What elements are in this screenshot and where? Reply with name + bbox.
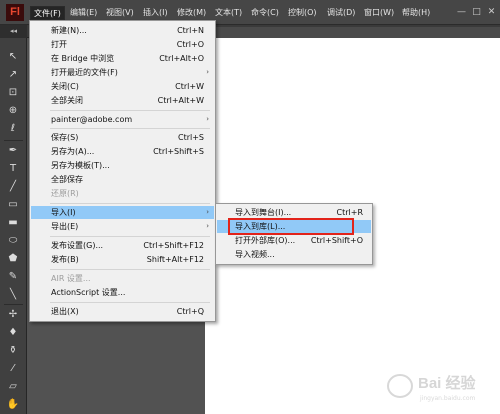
menu-item-save-all[interactable]: 全部保存: [31, 173, 214, 186]
submenu-item-import-video[interactable]: 导入视频...: [217, 248, 371, 261]
menu-commands[interactable]: 命令(C): [248, 6, 282, 20]
menu-separator: [50, 203, 210, 204]
submenu-arrow-icon: ›: [206, 208, 209, 216]
menu-help[interactable]: 帮助(H): [399, 6, 433, 20]
file-menu-dropdown: 新建(N)... Ctrl+N 打开 Ctrl+O 在 Bridge 中浏览 Ctrl…: [29, 20, 216, 322]
menu-item-open[interactable]: 打开 Ctrl+O: [31, 38, 214, 51]
brush-tool-icon[interactable]: ╲: [6, 288, 20, 302]
menu-item-exit[interactable]: 退出(X) Ctrl+Q: [31, 305, 214, 318]
line-tool-icon[interactable]: ╱: [6, 180, 20, 194]
minimize-icon[interactable]: —: [456, 6, 467, 18]
polystar-tool-icon[interactable]: ⬟: [6, 252, 20, 266]
highlight-callout-box: [228, 218, 354, 235]
menu-item-export[interactable]: 导出(E) ›: [31, 220, 214, 233]
3d-rotation-tool-icon[interactable]: ⊕: [6, 104, 20, 118]
bone-tool-icon[interactable]: ✢: [6, 308, 20, 322]
submenu-arrow-icon: ›: [206, 115, 209, 123]
rectangle-tool-icon[interactable]: ▭: [6, 198, 20, 212]
subselection-tool-icon[interactable]: ↗: [6, 68, 20, 82]
rectangle-primitive-tool-icon[interactable]: ▬: [6, 216, 20, 230]
menu-separator: [50, 110, 210, 111]
menu-item-open-recent[interactable]: 打开最近的文件(F) ›: [31, 66, 214, 79]
submenu-arrow-icon: ›: [206, 68, 209, 76]
toolbar-divider: [4, 140, 23, 141]
menu-file[interactable]: 文件(F): [30, 6, 65, 20]
maximize-icon[interactable]: □: [471, 6, 482, 18]
hand-tool-icon[interactable]: ✋: [6, 398, 20, 412]
menu-item-close[interactable]: 关闭(C) Ctrl+W: [31, 80, 214, 93]
menu-view[interactable]: 视图(V): [103, 6, 137, 20]
menu-debug[interactable]: 调试(D): [324, 6, 358, 20]
pen-tool-icon[interactable]: ✒: [6, 144, 20, 158]
tools-panel: ↖ ↗ ⊡ ⊕ ℓ ✒ T ╱ ▭ ▬ ⬭ ⬟ ✎ ╲ ✢ ♦ ⚱ ⁄ ▱ ✋: [0, 38, 27, 414]
selection-tool-icon[interactable]: ↖: [6, 50, 20, 64]
menu-edit[interactable]: 编辑(E): [67, 6, 100, 20]
panel-collapse-icon[interactable]: ◂◂: [0, 25, 27, 38]
eyedropper-tool-icon[interactable]: ⁄: [6, 362, 20, 376]
ink-bottle-tool-icon[interactable]: ⚱: [6, 344, 20, 358]
menu-separator: [50, 269, 210, 270]
menu-separator: [50, 302, 210, 303]
menu-separator: [50, 236, 210, 237]
text-tool-icon[interactable]: T: [6, 162, 20, 176]
menu-item-new[interactable]: 新建(N)... Ctrl+N: [31, 24, 214, 37]
submenu-item-open-external-library[interactable]: 打开外部库(O)... Ctrl+Shift+O: [217, 234, 371, 247]
menu-insert[interactable]: 插入(I): [140, 6, 171, 20]
watermark-subtext: jingyan.baidu.com: [419, 395, 476, 402]
watermark-text: Bai 经验: [418, 374, 477, 392]
lasso-tool-icon[interactable]: ℓ: [6, 122, 20, 136]
menu-control[interactable]: 控制(O): [285, 6, 320, 20]
menu-item-save[interactable]: 保存(S) Ctrl+S: [31, 131, 214, 144]
menu-item-air-settings: AIR 设置...: [51, 274, 91, 283]
menu-item-publish[interactable]: 发布(B) Shift+Alt+F12: [31, 253, 214, 266]
menu-item-revert: 还原(R): [51, 189, 79, 198]
menu-text[interactable]: 文本(T): [212, 6, 245, 20]
menu-item-account[interactable]: painter@adobe.com ›: [31, 113, 214, 126]
menu-item-import[interactable]: 导入(I) ›: [31, 206, 214, 219]
menu-modify[interactable]: 修改(M): [174, 6, 209, 20]
paint-bucket-tool-icon[interactable]: ♦: [6, 326, 20, 340]
close-icon[interactable]: ✕: [486, 6, 497, 18]
menu-separator: [50, 128, 210, 129]
free-transform-tool-icon[interactable]: ⊡: [6, 86, 20, 100]
toolbar-divider: [4, 304, 23, 305]
document-tab-strip: [205, 27, 500, 38]
flash-logo: Fl: [6, 4, 24, 21]
menu-window[interactable]: 窗口(W): [361, 6, 397, 20]
menu-item-close-all[interactable]: 全部关闭 Ctrl+Alt+W: [31, 94, 214, 107]
eraser-tool-icon[interactable]: ▱: [6, 380, 20, 394]
menu-item-save-as-template[interactable]: 另存为模板(T)...: [31, 159, 214, 172]
submenu-arrow-icon: ›: [206, 222, 209, 230]
menu-item-publish-settings[interactable]: 发布设置(G)... Ctrl+Shift+F12: [31, 239, 214, 252]
menu-item-browse-in-bridge[interactable]: 在 Bridge 中浏览 Ctrl+Alt+O: [31, 52, 214, 65]
baidu-jingyan-watermark: Bai 经验 jingyan.baidu.com: [387, 374, 477, 402]
pencil-tool-icon[interactable]: ✎: [6, 270, 20, 284]
menu-item-actionscript-settings[interactable]: ActionScript 设置...: [31, 286, 214, 299]
oval-tool-icon[interactable]: ⬭: [6, 234, 20, 248]
menu-item-save-as[interactable]: 另存为(A)... Ctrl+Shift+S: [31, 145, 214, 158]
